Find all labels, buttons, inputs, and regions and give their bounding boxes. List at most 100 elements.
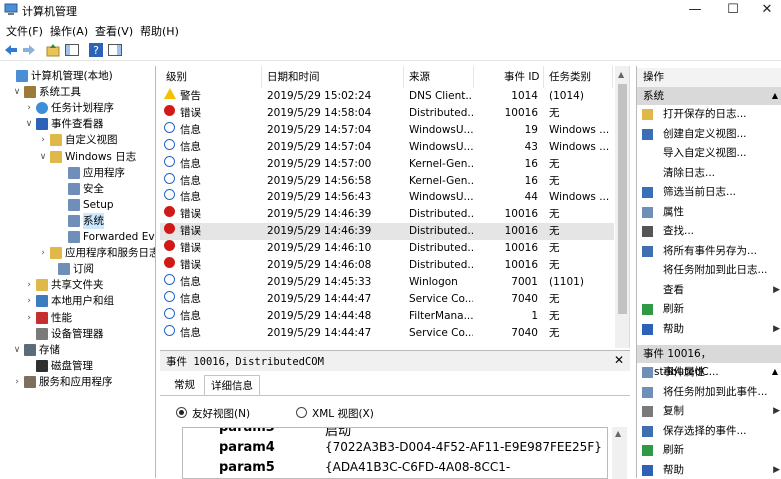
event-row[interactable]: 信息 2019/5/29 14:56:43 WindowsU... 44 Windows… — [160, 189, 614, 206]
close-button[interactable]: ✕ — [750, 0, 781, 20]
detail-scrollbar[interactable]: ▲ — [612, 427, 627, 479]
action-item[interactable]: 保存选择的事件... — [637, 422, 781, 441]
collapse-up-icon[interactable]: ▲ — [772, 87, 778, 105]
menu-help[interactable]: 帮助(H) — [140, 23, 179, 39]
action-item[interactable]: 清除日志... — [637, 164, 781, 183]
tree-item[interactable]: ∨ Windows 日志 — [0, 149, 155, 165]
tree-item[interactable]: › 自定义视图 — [0, 132, 155, 148]
event-row[interactable]: 信息 2019/5/29 14:57:04 WindowsU... 43 Windows… — [160, 138, 614, 156]
detail-close-icon[interactable]: ✕ — [614, 353, 624, 367]
action-item[interactable]: 将任务附加到此日志... — [637, 261, 781, 280]
event-row[interactable]: 错误 2019/5/29 14:46:10 Distributed... 10016 无 — [160, 240, 614, 257]
tree-item[interactable]: 设备管理器 — [0, 326, 155, 342]
show-hide-tree-icon[interactable] — [64, 42, 80, 58]
event-row[interactable]: 信息 2019/5/29 14:56:58 Kernel-Gen... 16 无 — [160, 172, 614, 190]
event-row[interactable]: 错误 2019/5/29 14:46:39 Distributed... 10016 无 — [160, 206, 614, 223]
action-item[interactable]: 刷新 — [637, 441, 781, 460]
chevron-down-icon[interactable]: ∨ — [12, 342, 22, 358]
tree-item[interactable]: ∨ 系统工具 — [0, 84, 155, 100]
menu-view[interactable]: 查看(V) — [95, 23, 133, 39]
column-header-source[interactable]: 来源 — [409, 66, 430, 88]
tree-item[interactable]: ∨ 事件查看器 — [0, 116, 155, 132]
chevron-right-icon[interactable]: › — [38, 245, 48, 261]
event-cell-datetime: 2019/5/29 15:02:24 — [267, 90, 372, 102]
scroll-up-icon[interactable]: ▲ — [615, 429, 621, 438]
tree-item[interactable]: 计算机管理(本地) — [0, 68, 155, 84]
event-cell-datetime: 2019/5/29 14:57:04 — [267, 140, 372, 153]
help-icon[interactable]: ? — [88, 42, 104, 58]
chevron-right-icon[interactable]: › — [24, 310, 34, 326]
event-row[interactable]: 错误 2019/5/29 14:58:04 Distributed... 10016 无 — [160, 104, 614, 122]
event-cell-task: 无 — [549, 309, 560, 322]
error-icon — [164, 223, 175, 235]
event-list-scrollbar[interactable]: ▲ — [615, 66, 629, 348]
column-header-task-category[interactable]: 任务类别 — [549, 66, 591, 88]
tree-item[interactable]: 应用程序 — [0, 165, 155, 181]
tree-item[interactable]: 安全 — [0, 181, 155, 197]
action-item[interactable]: 筛选当前日志... — [637, 183, 781, 202]
tree-item[interactable]: › 共享文件夹 — [0, 277, 155, 293]
tab-details[interactable]: 详细信息 — [204, 375, 260, 395]
action-item[interactable]: 复制 ▶ — [637, 402, 781, 421]
info-icon — [164, 273, 175, 285]
actions-section-event[interactable]: 事件 10016，DistributedC... ▲ — [637, 345, 781, 378]
action-item[interactable]: 创建自定义视图... — [637, 125, 781, 144]
event-row[interactable]: 信息 2019/5/29 14:57:00 Kernel-Gen... 16 无 — [160, 155, 614, 173]
up-folder-icon[interactable] — [45, 42, 61, 58]
event-row[interactable]: 错误 2019/5/29 14:46:08 Distributed... 10016 无 — [160, 257, 614, 274]
tree-item[interactable]: 系统 — [0, 212, 155, 229]
event-row[interactable]: 信息 2019/5/29 14:44:47 Service Co... 7040 无 — [160, 290, 614, 308]
event-row[interactable]: 信息 2019/5/29 14:44:47 Service Co... 7040 无 — [160, 324, 614, 342]
show-action-pane-icon[interactable] — [107, 42, 123, 58]
column-header-level[interactable]: 级别 — [166, 66, 187, 88]
minimize-button[interactable]: — — [678, 0, 712, 20]
action-item[interactable]: 属性 — [637, 203, 781, 222]
action-item[interactable]: 查看 ▶ — [637, 281, 781, 300]
column-header-datetime[interactable]: 日期和时间 — [267, 66, 320, 88]
action-item[interactable]: 打开保存的日志... — [637, 105, 781, 124]
tree-item[interactable]: Setup — [0, 197, 155, 213]
action-item[interactable]: 导入自定义视图... — [637, 144, 781, 163]
tree-item[interactable]: › 任务计划程序 — [0, 100, 155, 116]
tree-item[interactable]: Forwarded Eve — [0, 229, 155, 245]
column-header-event-id[interactable]: 事件 ID — [504, 66, 540, 88]
chevron-down-icon[interactable]: ∨ — [12, 84, 22, 100]
menu-action[interactable]: 操作(A) — [50, 23, 88, 39]
chevron-right-icon[interactable]: › — [38, 132, 48, 148]
chevron-right-icon[interactable]: › — [24, 277, 34, 293]
event-row[interactable]: 错误 2019/5/29 14:46:39 Distributed... 10016 无 — [160, 223, 614, 241]
tree-item[interactable]: 磁盘管理 — [0, 358, 155, 374]
event-row[interactable]: 信息 2019/5/29 14:45:33 Winlogon 7001 (1101) — [160, 273, 614, 291]
chevron-right-icon[interactable]: › — [24, 293, 34, 309]
back-arrow-icon[interactable] — [3, 42, 19, 58]
event-row[interactable]: 信息 2019/5/29 14:44:48 FilterMana... 1 无 — [160, 307, 614, 325]
action-item[interactable]: 刷新 — [637, 300, 781, 319]
maximize-button[interactable]: ☐ — [716, 0, 750, 20]
event-cell-datetime: 2019/5/29 14:56:43 — [267, 191, 372, 204]
tree-item[interactable]: › 本地用户和组 — [0, 293, 155, 309]
action-item[interactable]: 事件属性 — [637, 363, 781, 382]
event-cell-id: 10016 — [504, 106, 538, 119]
scroll-thumb[interactable] — [618, 84, 627, 314]
chevron-right-icon[interactable]: › — [24, 100, 34, 116]
event-row[interactable]: 信息 2019/5/29 14:57:04 WindowsU... 19 Windows… — [160, 121, 614, 139]
tree-item[interactable]: › 服务和应用程序 — [0, 374, 155, 390]
menu-file[interactable]: 文件(F) — [6, 23, 43, 39]
action-item[interactable]: 将任务附加到此事件... — [637, 383, 781, 402]
chevron-right-icon[interactable]: › — [12, 374, 22, 390]
tree-item[interactable]: ∨ 存储 — [0, 342, 155, 358]
forward-arrow-icon[interactable] — [21, 42, 37, 58]
actions-section-system[interactable]: 系统 ▲ — [637, 87, 781, 105]
tree-item[interactable]: › 应用程序和服务日志 — [0, 245, 155, 261]
tree-item[interactable]: 订阅 — [0, 261, 155, 277]
action-item[interactable]: 帮助 ▶ — [637, 320, 781, 339]
tree-item[interactable]: › 性能 — [0, 310, 155, 326]
chevron-down-icon[interactable]: ∨ — [38, 149, 48, 165]
action-item[interactable]: 将所有事件另存为... — [637, 242, 781, 261]
action-item[interactable]: 帮助 ▶ — [637, 461, 781, 479]
scroll-up-icon[interactable]: ▲ — [618, 70, 624, 79]
event-row[interactable]: 警告 2019/5/29 15:02:24 DNS Client... 1014 (10… — [160, 88, 614, 105]
chevron-down-icon[interactable]: ∨ — [24, 116, 34, 132]
action-item[interactable]: 查找... — [637, 222, 781, 241]
tab-general[interactable]: 常规 — [168, 375, 201, 395]
